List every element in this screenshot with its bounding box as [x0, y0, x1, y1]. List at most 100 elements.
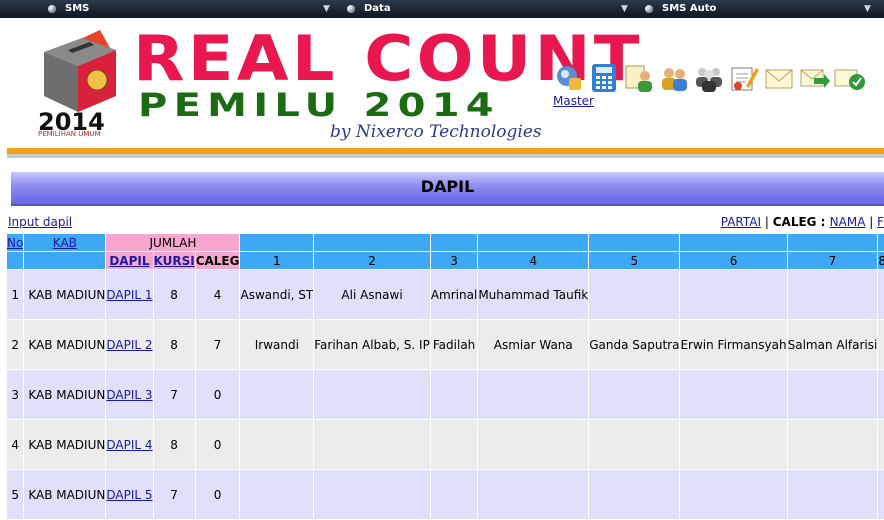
- check-mail-icon[interactable]: [833, 62, 865, 94]
- cell-kab: KAB MADIUN: [24, 270, 106, 320]
- mail-icon[interactable]: [763, 62, 795, 94]
- more-link[interactable]: F: [877, 215, 884, 229]
- cell-caleg-count: 0: [195, 470, 240, 520]
- cell-dapil[interactable]: DAPIL 1: [106, 270, 153, 320]
- cell-caleg-name: [589, 420, 680, 470]
- cell-caleg-name: [240, 470, 314, 520]
- cell-caleg-name: [680, 470, 787, 520]
- cell-no: 4: [7, 420, 24, 470]
- table-row: 2KAB MADIUNDAPIL 287IrwandiFarihan Albab…: [7, 320, 884, 370]
- menu-bullet-icon: [645, 5, 653, 13]
- users-icon[interactable]: [658, 62, 690, 94]
- cell-caleg-name: [589, 470, 680, 520]
- cell-caleg-name: [478, 370, 589, 420]
- top-menu-bar: SMS ▼ Data ▼ SMS Auto ▼: [0, 0, 884, 18]
- header-blank: [478, 234, 589, 252]
- cell-dapil[interactable]: DAPIL 3: [106, 370, 153, 420]
- cell-caleg-name: [878, 420, 884, 470]
- dapil-link[interactable]: DAPIL 4: [106, 438, 152, 452]
- cell-caleg-name: [787, 370, 878, 420]
- cell-caleg-name: [878, 270, 884, 320]
- cell-caleg-count: 4: [195, 270, 240, 320]
- table-subheader-row: DAPIL KURSI CALEG 1 2 3 4 5 6 7 8: [7, 252, 884, 270]
- menu-item-label: SMS: [65, 0, 89, 18]
- cell-caleg-name: [478, 420, 589, 470]
- cell-caleg-name: [680, 270, 787, 320]
- header-caleg-5: 5: [589, 252, 680, 270]
- cell-dapil[interactable]: DAPIL 5: [106, 470, 153, 520]
- cell-kursi: 7: [153, 470, 195, 520]
- dapil-link[interactable]: DAPIL 1: [106, 288, 152, 302]
- cell-caleg-name: [680, 370, 787, 420]
- partai-link[interactable]: PARTAI: [721, 215, 761, 229]
- chevron-down-icon[interactable]: ▼: [621, 0, 628, 18]
- cell-no: 2: [7, 320, 24, 370]
- chevron-down-icon[interactable]: ▼: [323, 0, 330, 18]
- cell-caleg-count: 0: [195, 370, 240, 420]
- separator: |: [865, 215, 877, 229]
- table-header-row: No KAB JUMLAH: [7, 234, 884, 252]
- cell-caleg-name: Muhammad Taufik: [478, 270, 589, 320]
- header-caleg-4: 4: [478, 252, 589, 270]
- dapil-link[interactable]: DAPIL 3: [106, 388, 152, 402]
- cell-caleg-name: [787, 470, 878, 520]
- cell-caleg-name: [314, 420, 431, 470]
- user-form-icon[interactable]: [623, 62, 655, 94]
- cell-caleg-name: Irwandi: [240, 320, 314, 370]
- header-blank: [240, 234, 314, 252]
- cell-kursi: 8: [153, 420, 195, 470]
- group-icon[interactable]: [693, 62, 725, 94]
- cell-caleg-name: Ganda Saputra: [589, 320, 680, 370]
- cell-caleg-name: Farihan Albab, S. IP: [314, 320, 431, 370]
- menu-item-sms[interactable]: SMS: [48, 0, 89, 18]
- toolbar: [553, 62, 868, 94]
- cell-caleg-name: [878, 320, 884, 370]
- header-kab[interactable]: KAB: [24, 234, 106, 252]
- cell-kursi: 7: [153, 370, 195, 420]
- byline: by Nixerco Technologies: [330, 122, 542, 142]
- cell-caleg-name: Asmiar Wana: [478, 320, 589, 370]
- menu-item-label: SMS Auto: [662, 0, 716, 18]
- cell-caleg-name: [478, 470, 589, 520]
- input-dapil-link[interactable]: Input dapil: [8, 215, 72, 229]
- caleg-sort-links: PARTAI | CALEG : NAMA | F: [721, 215, 884, 229]
- dapil-link[interactable]: DAPIL 2: [106, 338, 152, 352]
- header-kursi[interactable]: KURSI: [153, 252, 195, 270]
- cell-caleg-count: 0: [195, 420, 240, 470]
- menu-item-sms-auto[interactable]: SMS Auto: [645, 0, 716, 18]
- header-blank: [7, 252, 24, 270]
- cell-caleg-name: [589, 270, 680, 320]
- header-caleg-1: 1: [240, 252, 314, 270]
- header-no[interactable]: No: [7, 234, 24, 252]
- forward-mail-icon[interactable]: [798, 62, 830, 94]
- cell-caleg-name: [680, 420, 787, 470]
- cell-kursi: 8: [153, 320, 195, 370]
- menu-item-data[interactable]: Data: [347, 0, 391, 18]
- cell-dapil[interactable]: DAPIL 2: [106, 320, 153, 370]
- cell-caleg-name: [878, 470, 884, 520]
- dapil-link[interactable]: DAPIL 5: [106, 488, 152, 502]
- menu-item-label: Data: [364, 0, 391, 18]
- edit-note-icon[interactable]: [728, 62, 760, 94]
- cell-caleg-name: [787, 420, 878, 470]
- cell-caleg-count: 7: [195, 320, 240, 370]
- calculator-icon[interactable]: [588, 62, 620, 94]
- chevron-down-icon[interactable]: ▼: [864, 0, 871, 18]
- header-blank: [314, 234, 431, 252]
- header-caleg-6: 6: [680, 252, 787, 270]
- cell-caleg-name: [430, 420, 477, 470]
- cell-caleg-name: [430, 470, 477, 520]
- ballot-box-icon: 2014: [38, 28, 118, 140]
- separator: |: [761, 215, 773, 229]
- cell-dapil[interactable]: DAPIL 4: [106, 420, 153, 470]
- cell-caleg-name: [240, 370, 314, 420]
- cell-caleg-name: [430, 370, 477, 420]
- master-link[interactable]: Master: [553, 94, 594, 108]
- master-icon[interactable]: [553, 62, 585, 94]
- nama-link[interactable]: NAMA: [830, 215, 866, 229]
- header-blank: [787, 234, 878, 252]
- header-dapil[interactable]: DAPIL: [106, 252, 153, 270]
- cell-caleg-name: Erwin Firmansyah: [680, 320, 787, 370]
- cell-kab: KAB MADIUN: [24, 320, 106, 370]
- header-blank: [430, 234, 477, 252]
